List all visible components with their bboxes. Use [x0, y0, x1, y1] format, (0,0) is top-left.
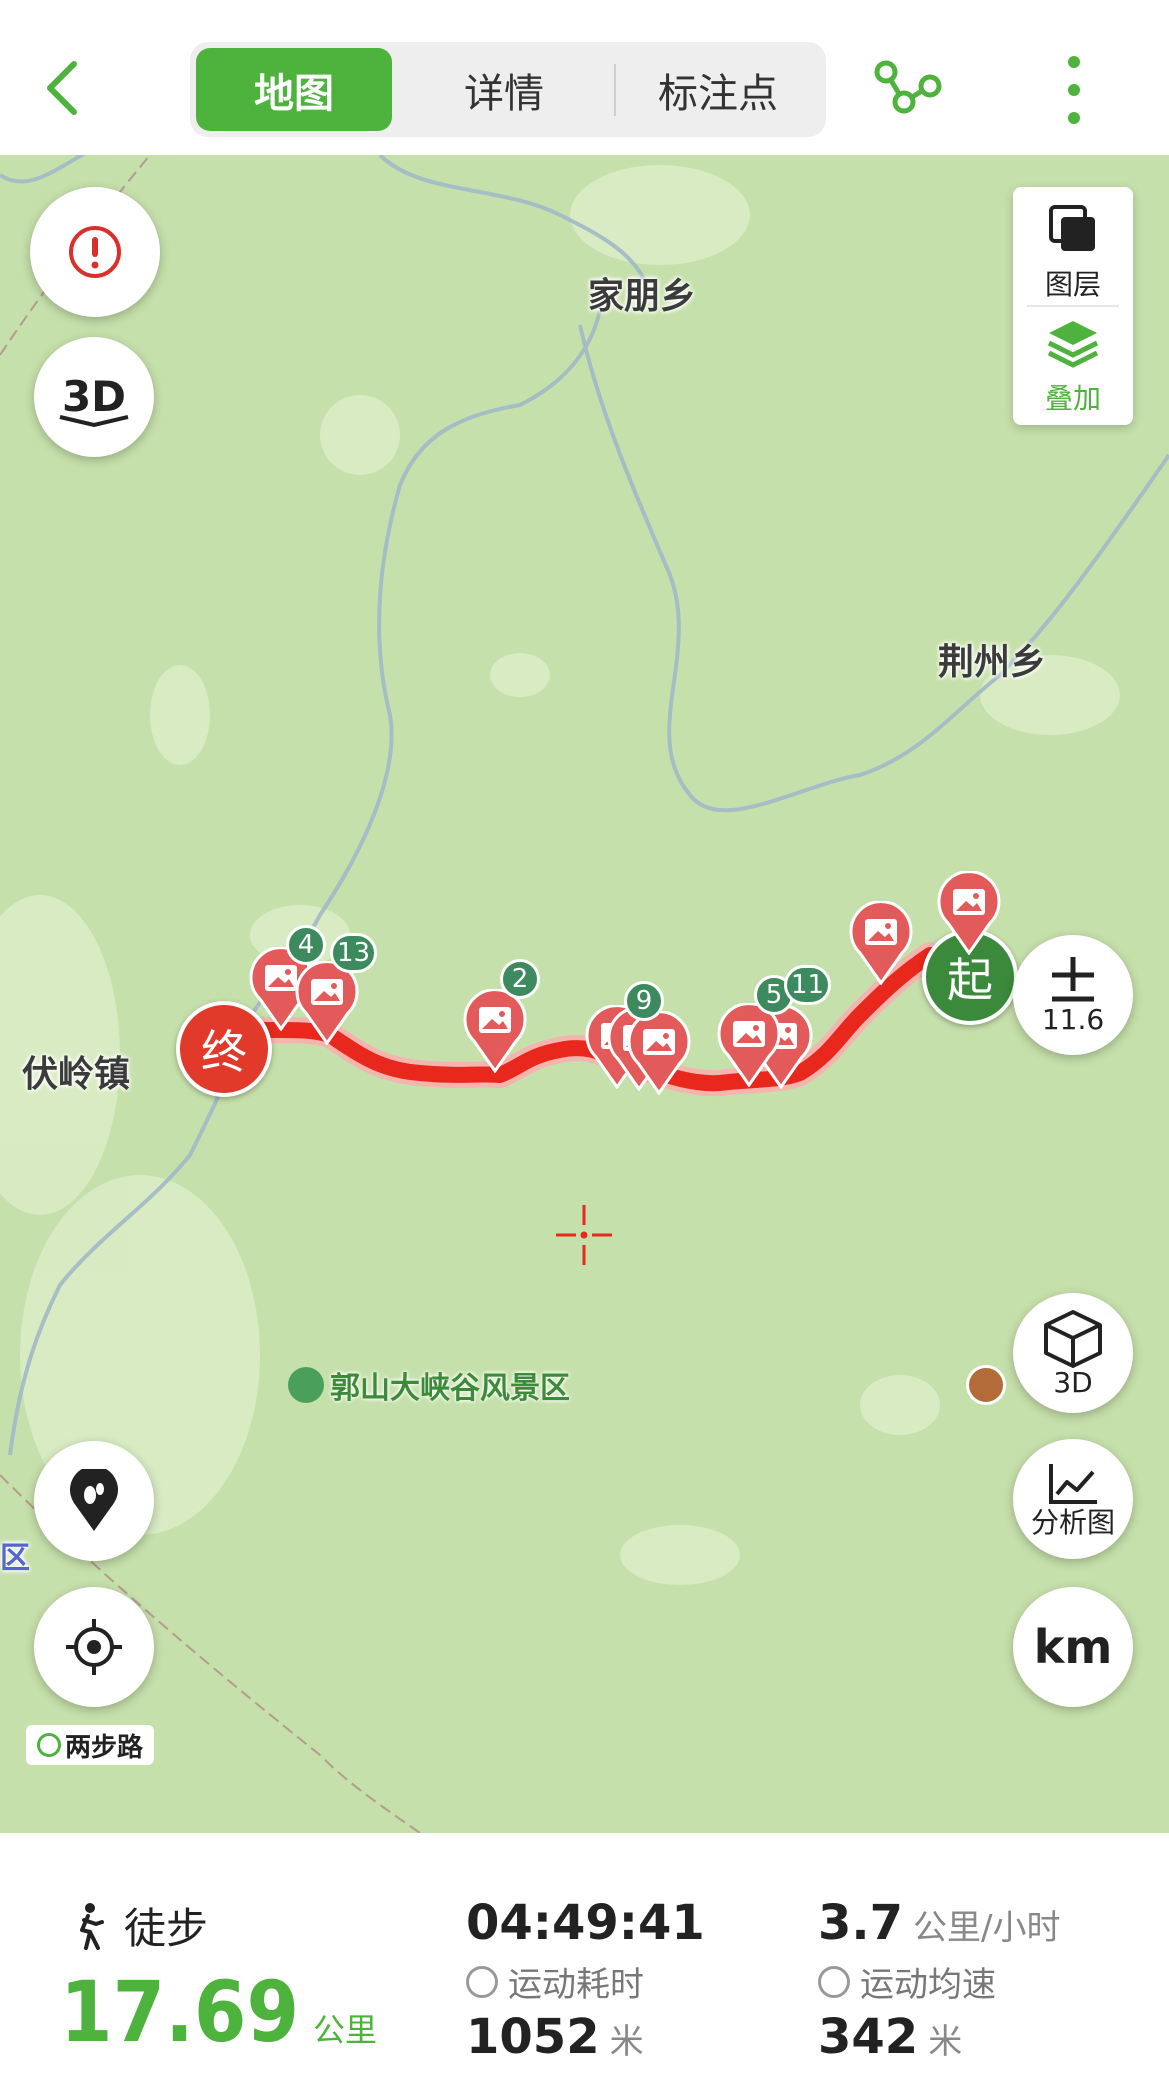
brand-label: 两步路 — [64, 1732, 143, 1763]
place-district-fragment: 区 — [0, 1541, 30, 1576]
alert-icon — [69, 226, 121, 278]
stat-a: 1052 米 — [466, 2009, 644, 2065]
place-fuling: 伏岭镇 — [22, 1054, 131, 1095]
photo-pin[interactable] — [716, 1003, 782, 1087]
sport-type: 徒步 — [70, 1895, 208, 1956]
distance-value: 17.69 — [60, 1963, 300, 2061]
view-tabs: 地图 详情 标注点 — [190, 42, 826, 137]
view-3d-label: 3D — [1053, 1366, 1093, 1399]
pin-count-badge[interactable]: 9 — [624, 981, 664, 1021]
footprint-pin-icon — [70, 1469, 118, 1531]
stats-panel: 徒步 17.69 公里 04:49:41 运动耗时 3.7 公里/小时 运动均速 … — [0, 1833, 1169, 2092]
stat-b: 342 米 — [818, 2009, 962, 2065]
stat-b-value: 342 — [818, 2009, 919, 2065]
locate-icon — [66, 1619, 122, 1675]
analysis-chart-button[interactable]: 分析图 — [1013, 1439, 1133, 1559]
more-vertical-icon — [1068, 56, 1080, 124]
layer-panel-divider — [1027, 305, 1119, 307]
duration-caption: 运动耗时 — [466, 1957, 705, 2006]
cube-icon — [1044, 1310, 1102, 1368]
avg-speed-label: 运动均速 — [860, 1965, 996, 2005]
place-jiapeng: 家朋乡 — [588, 276, 697, 317]
locate-button[interactable] — [34, 1587, 154, 1707]
stat-b-unit: 米 — [928, 2022, 963, 2062]
zoom-level: 11.6 — [1041, 1003, 1105, 1036]
3d-terrain-button[interactable]: 3D — [34, 337, 154, 457]
footprint-button[interactable] — [34, 1441, 154, 1561]
track-detail-screen: 地图 详情 标注点 家朋乡 荆州乡 伏岭镇 区 郭山大峡谷风景区 终 起 4 1… — [0, 0, 1169, 2092]
unit-label: km — [1033, 1620, 1113, 1674]
avg-speed-stat: 3.7 公里/小时 运动均速 — [818, 1895, 1061, 2006]
duration-stat: 04:49:41 运动耗时 — [466, 1895, 705, 2006]
stat-a-value: 1052 — [466, 2009, 600, 2065]
clock-icon — [466, 1965, 498, 1998]
hiking-icon — [80, 1902, 104, 1950]
brand-logo: 两步路 — [26, 1725, 154, 1765]
tab-map[interactable]: 地图 — [196, 48, 392, 131]
avg-speed-caption: 运动均速 — [818, 1957, 1061, 2006]
zoom-control[interactable]: 11.6 — [1013, 935, 1133, 1055]
analysis-chart-label: 分析图 — [1030, 1506, 1115, 1539]
stat-a-unit: 米 — [609, 2022, 644, 2062]
brand-logo-icon — [36, 1733, 61, 1757]
photo-pin[interactable] — [848, 901, 914, 985]
scenic-area-icon — [288, 1367, 324, 1403]
crosshair-icon — [556, 1205, 612, 1265]
tab-details[interactable]: 详情 — [406, 48, 602, 131]
overlay-label: 叠加 — [1044, 382, 1101, 415]
avg-speed-value: 3.7 — [818, 1895, 904, 1951]
zoom-plus-icon — [1052, 957, 1094, 1002]
duration-value: 04:49:41 — [466, 1895, 705, 1951]
photo-pin[interactable] — [294, 961, 360, 1045]
pin-count-badge[interactable]: 4 — [286, 925, 326, 965]
duration-label: 运动耗时 — [508, 1965, 644, 2005]
more-button[interactable] — [1056, 50, 1092, 130]
layer-panel: 图层 叠加 — [1013, 187, 1133, 425]
distance-unit: 公里 — [313, 2011, 378, 2049]
line-chart-icon — [1049, 1464, 1097, 1504]
layers-button[interactable]: 图层 — [1013, 203, 1133, 303]
peak-icon[interactable] — [966, 1365, 1006, 1405]
place-jingzhou: 荆州乡 — [938, 642, 1047, 683]
3d-icon: 3D — [59, 372, 129, 427]
back-button[interactable] — [34, 52, 94, 122]
tab-markers[interactable]: 标注点 — [620, 48, 816, 131]
layers-icon — [1049, 205, 1095, 251]
alert-button[interactable] — [30, 187, 160, 317]
photo-pin[interactable] — [626, 1011, 692, 1095]
view-3d-button[interactable]: 3D — [1013, 1293, 1133, 1413]
photo-pin[interactable] — [462, 989, 528, 1073]
layers-label: 图层 — [1044, 268, 1101, 301]
poi-scenic-area-label: 郭山大峡谷风景区 — [330, 1371, 570, 1406]
map-view[interactable]: 家朋乡 荆州乡 伏岭镇 区 郭山大峡谷风景区 终 起 4 13 2 9 5 11… — [0, 155, 1169, 1833]
speedometer-icon — [818, 1965, 850, 1998]
unit-toggle-button[interactable]: km — [1013, 1587, 1133, 1707]
pin-count-badge[interactable]: 2 — [500, 959, 540, 999]
route-nodes-icon — [874, 60, 942, 114]
avg-speed-unit: 公里/小时 — [913, 1908, 1061, 1948]
poi-scenic-area[interactable]: 郭山大峡谷风景区 — [288, 1363, 570, 1407]
pin-count-badge[interactable]: 13 — [330, 933, 378, 973]
overlay-stack-icon — [1047, 321, 1099, 368]
pin-count-badge[interactable]: 11 — [784, 965, 832, 1005]
overlay-button[interactable]: 叠加 — [1013, 317, 1133, 417]
tab-divider — [614, 64, 616, 116]
route-nodes-button[interactable] — [872, 52, 944, 124]
sport-type-label: 徒步 — [124, 1904, 209, 1953]
photo-pin[interactable] — [936, 871, 1002, 955]
total-distance: 17.69 公里 — [60, 1963, 377, 2061]
svg-text:3D: 3D — [62, 372, 126, 421]
chevron-left-icon — [47, 61, 77, 115]
top-bar: 地图 详情 标注点 — [0, 0, 1169, 155]
